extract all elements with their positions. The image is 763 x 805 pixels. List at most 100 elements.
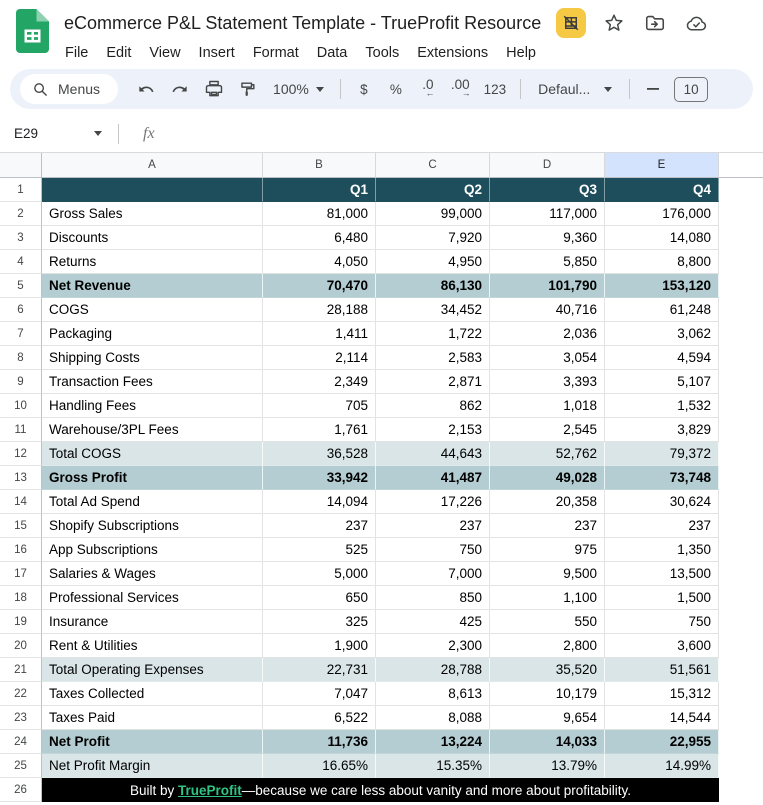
cell-D14[interactable]: 20,358	[490, 490, 605, 514]
cell-A11[interactable]: Warehouse/3PL Fees	[42, 418, 263, 442]
column-header-a[interactable]: A	[42, 153, 263, 178]
cell-D22[interactable]: 10,179	[490, 682, 605, 706]
document-status-button[interactable]	[683, 10, 709, 36]
cell-D18[interactable]: 1,100	[490, 586, 605, 610]
trueprofit-link[interactable]: TrueProfit	[178, 783, 242, 798]
cell-A23[interactable]: Taxes Paid	[42, 706, 263, 730]
row-header-19[interactable]: 19	[0, 610, 42, 634]
cell-C13[interactable]: 41,487	[376, 466, 490, 490]
cell-B10[interactable]: 705	[263, 394, 376, 418]
cell-B18[interactable]: 650	[263, 586, 376, 610]
cell-D2[interactable]: 117,000	[490, 202, 605, 226]
row-header-8[interactable]: 8	[0, 346, 42, 370]
row-header-4[interactable]: 4	[0, 250, 42, 274]
cell-C12[interactable]: 44,643	[376, 442, 490, 466]
cell-C6[interactable]: 34,452	[376, 298, 490, 322]
row-header-16[interactable]: 16	[0, 538, 42, 562]
menu-item-file[interactable]: File	[56, 41, 97, 65]
cell-A22[interactable]: Taxes Collected	[42, 682, 263, 706]
cell-A25[interactable]: Net Profit Margin	[42, 754, 263, 778]
cell-A8[interactable]: Shipping Costs	[42, 346, 263, 370]
column-header-d[interactable]: D	[490, 153, 605, 178]
cell-B16[interactable]: 525	[263, 538, 376, 562]
cell-C8[interactable]: 2,583	[376, 346, 490, 370]
cell-C22[interactable]: 8,613	[376, 682, 490, 706]
cell-E11[interactable]: 3,829	[605, 418, 719, 442]
cell-B7[interactable]: 1,411	[263, 322, 376, 346]
cell-B13[interactable]: 33,942	[263, 466, 376, 490]
cell-B5[interactable]: 70,470	[263, 274, 376, 298]
cell-E13[interactable]: 73,748	[605, 466, 719, 490]
cell-D8[interactable]: 3,054	[490, 346, 605, 370]
cell-E2[interactable]: 176,000	[605, 202, 719, 226]
cell-E14[interactable]: 30,624	[605, 490, 719, 514]
cell-C24[interactable]: 13,224	[376, 730, 490, 754]
cell-C23[interactable]: 8,088	[376, 706, 490, 730]
cell-C2[interactable]: 99,000	[376, 202, 490, 226]
cell-C14[interactable]: 17,226	[376, 490, 490, 514]
row-header-6[interactable]: 6	[0, 298, 42, 322]
cell-D24[interactable]: 14,033	[490, 730, 605, 754]
cell-B12[interactable]: 36,528	[263, 442, 376, 466]
cell-B3[interactable]: 6,480	[263, 226, 376, 250]
cell-D16[interactable]: 975	[490, 538, 605, 562]
cell-D7[interactable]: 2,036	[490, 322, 605, 346]
row-header-5[interactable]: 5	[0, 274, 42, 298]
cell-E25[interactable]: 14.99%	[605, 754, 719, 778]
menu-item-view[interactable]: View	[140, 41, 189, 65]
cell-D25[interactable]: 13.79%	[490, 754, 605, 778]
cell-D11[interactable]: 2,545	[490, 418, 605, 442]
paint-format-button[interactable]	[232, 75, 263, 103]
menu-item-insert[interactable]: Insert	[190, 41, 244, 65]
cell-A3[interactable]: Discounts	[42, 226, 263, 250]
cell-E24[interactable]: 22,955	[605, 730, 719, 754]
increase-decimal-button[interactable]: .00 →	[445, 75, 476, 103]
row-header-1[interactable]: 1	[0, 178, 42, 202]
cell-E20[interactable]: 3,600	[605, 634, 719, 658]
column-header-c[interactable]: C	[376, 153, 490, 178]
cell-C25[interactable]: 15.35%	[376, 754, 490, 778]
cell-D23[interactable]: 9,654	[490, 706, 605, 730]
row-header-9[interactable]: 9	[0, 370, 42, 394]
cell-C10[interactable]: 862	[376, 394, 490, 418]
cell-B4[interactable]: 4,050	[263, 250, 376, 274]
print-button[interactable]	[198, 75, 230, 103]
row-header-2[interactable]: 2	[0, 202, 42, 226]
cell-D12[interactable]: 52,762	[490, 442, 605, 466]
menu-item-edit[interactable]: Edit	[97, 41, 140, 65]
cell-B2[interactable]: 81,000	[263, 202, 376, 226]
cell-D13[interactable]: 49,028	[490, 466, 605, 490]
cell-C15[interactable]: 237	[376, 514, 490, 538]
cell-C1[interactable]: Q2	[376, 178, 490, 202]
cell-A17[interactable]: Salaries & Wages	[42, 562, 263, 586]
cell-B17[interactable]: 5,000	[263, 562, 376, 586]
cell-E18[interactable]: 1,500	[605, 586, 719, 610]
cell-D15[interactable]: 237	[490, 514, 605, 538]
cell-D21[interactable]: 35,520	[490, 658, 605, 682]
currency-format-button[interactable]: $	[349, 75, 379, 103]
menus-search-button[interactable]: Menus	[20, 74, 118, 104]
more-formats-button[interactable]: 123	[478, 75, 513, 103]
row-header-10[interactable]: 10	[0, 394, 42, 418]
move-button[interactable]	[642, 10, 668, 36]
cell-C11[interactable]: 2,153	[376, 418, 490, 442]
cell-E9[interactable]: 5,107	[605, 370, 719, 394]
cell-C7[interactable]: 1,722	[376, 322, 490, 346]
name-box[interactable]: E29	[14, 126, 102, 141]
column-header-b[interactable]: B	[263, 153, 376, 178]
cell-B11[interactable]: 1,761	[263, 418, 376, 442]
cell-D6[interactable]: 40,716	[490, 298, 605, 322]
cell-A24[interactable]: Net Profit	[42, 730, 263, 754]
cell-B1[interactable]: Q1	[263, 178, 376, 202]
cell-E21[interactable]: 51,561	[605, 658, 719, 682]
row-header-11[interactable]: 11	[0, 418, 42, 442]
row-header-22[interactable]: 22	[0, 682, 42, 706]
cell-A20[interactable]: Rent & Utilities	[42, 634, 263, 658]
select-all-corner[interactable]	[0, 153, 42, 178]
cell-E8[interactable]: 4,594	[605, 346, 719, 370]
cell-E22[interactable]: 15,312	[605, 682, 719, 706]
cell-E15[interactable]: 237	[605, 514, 719, 538]
row-header-24[interactable]: 24	[0, 730, 42, 754]
cell-D3[interactable]: 9,360	[490, 226, 605, 250]
cell-B14[interactable]: 14,094	[263, 490, 376, 514]
